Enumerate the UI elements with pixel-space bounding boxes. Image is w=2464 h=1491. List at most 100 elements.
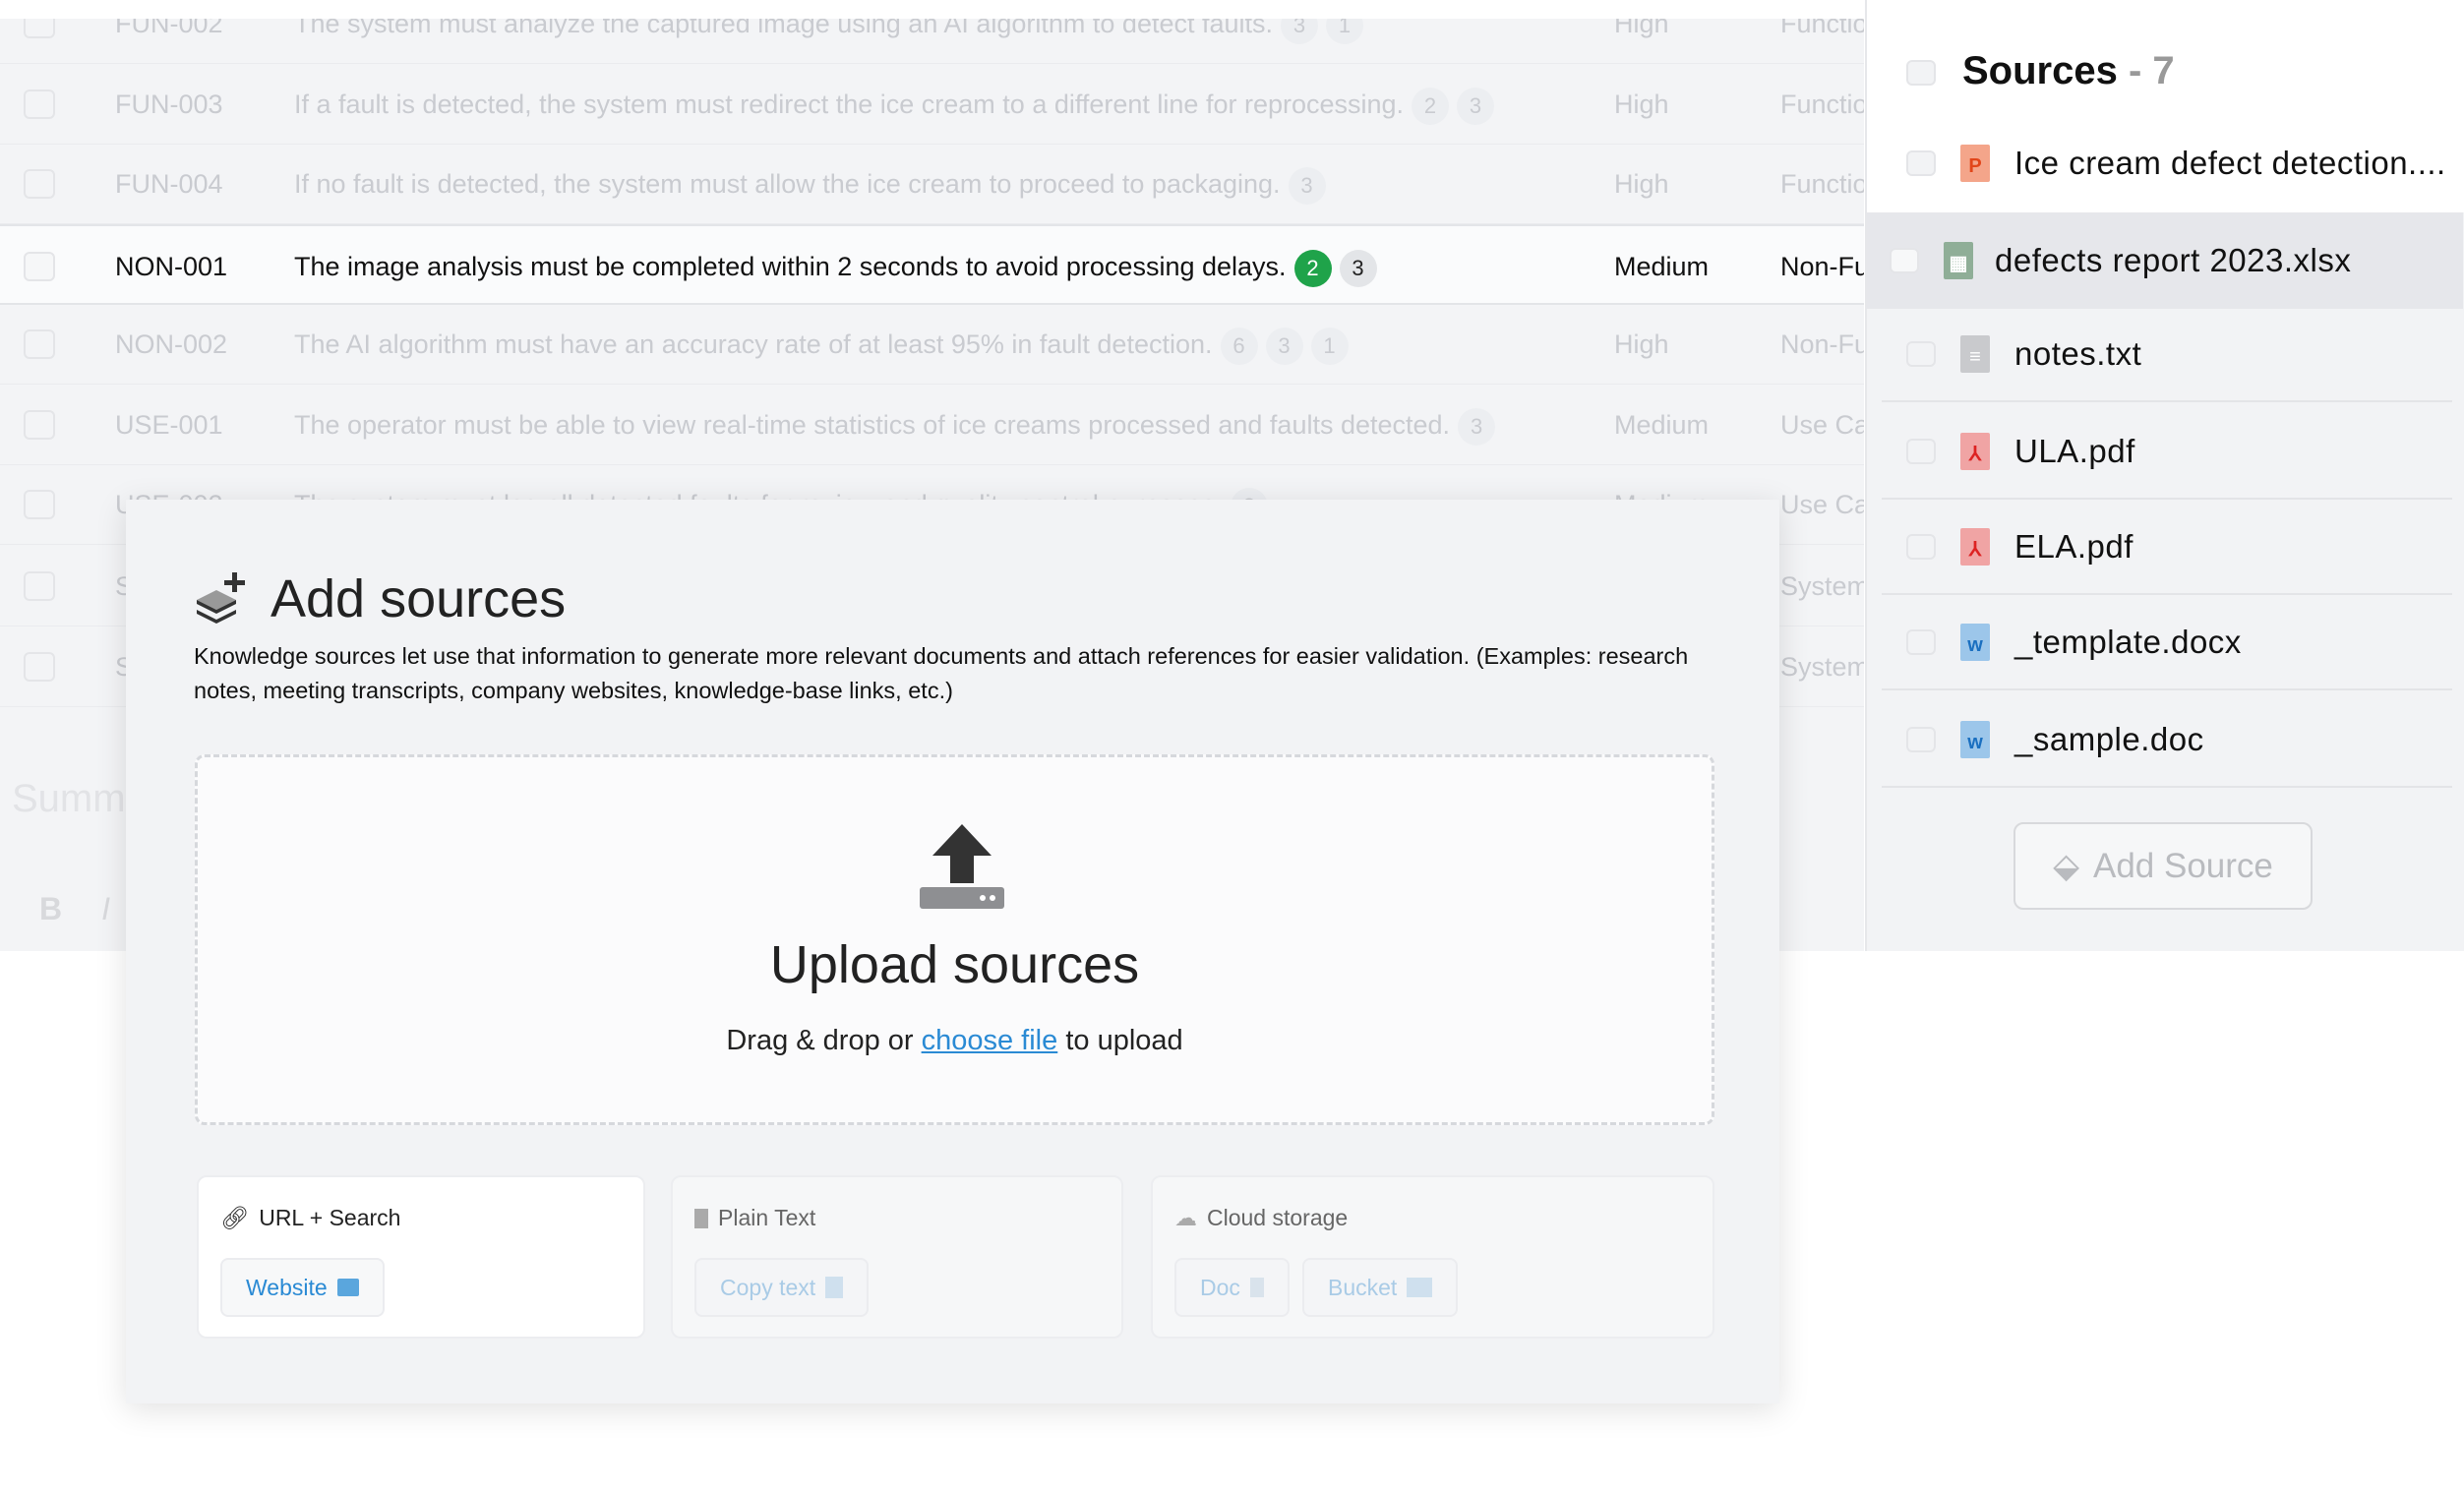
requirement-type: Functional [1780,169,1864,199]
website-button[interactable]: Website [220,1258,385,1317]
bucket-button[interactable]: Bucket [1302,1258,1459,1317]
table-row[interactable]: NON-002 The AI algorithm must have an ac… [0,304,1864,385]
sources-title: Sources - 7 [1962,49,2175,93]
button-label: Doc [1200,1274,1240,1300]
spreadsheet-file-icon: ▦ [1944,242,1973,279]
source-checkbox[interactable] [1906,439,1936,464]
row-checkbox[interactable] [24,252,55,281]
source-checkbox[interactable] [1906,727,1936,752]
row-checkbox[interactable] [24,490,55,519]
priority: High [1614,329,1669,359]
source-item[interactable]: ≡ notes.txt [1882,306,2452,402]
reference-count-badge[interactable]: 3 [1265,327,1303,365]
reference-count-badge[interactable]: 3 [1281,19,1319,44]
requirement-type: Use Case [1780,490,1864,519]
source-checkbox[interactable] [1906,341,1936,367]
requirement-id: FUN-003 [115,89,223,119]
requirement-id: FUN-002 [115,19,223,38]
card-title: Cloud storage [1207,1205,1349,1230]
reference-count-badge[interactable]: 3 [1288,166,1326,205]
bold-button[interactable]: B [39,891,62,927]
requirement-type: Non-Functional [1780,252,1864,281]
row-checkbox[interactable] [24,169,55,199]
cloud-download-icon: ☁ [1174,1205,1197,1230]
upload-icon [920,824,1004,909]
link-icon: 🔗︎ [220,1205,250,1230]
upload-prefix: Drag & drop or [726,1025,914,1056]
sources-count: - 7 [2128,49,2175,92]
text-file-icon: ≡ [1960,335,1990,373]
button-label: Website [246,1274,328,1300]
row-checkbox[interactable] [24,329,55,359]
source-name: _template.docx [2014,624,2242,660]
select-all-checkbox[interactable] [1906,60,1936,86]
row-checkbox[interactable] [24,89,55,119]
table-row[interactable]: NON-001 The image analysis must be compl… [0,224,1864,305]
table-row[interactable]: USE-001 The operator must be able to vie… [0,385,1864,465]
requirement-type: Functional [1780,19,1864,38]
card-title: URL + Search [259,1205,401,1230]
table-row[interactable]: FUN-004 If no fault is detected, the sys… [0,144,1864,224]
upload-dropzone[interactable]: Upload sources Drag & drop or choose fil… [195,754,1714,1125]
requirement-description: The operator must be able to view real-t… [294,385,1496,465]
source-item[interactable]: w _sample.doc [1882,691,2452,788]
reference-count-badge[interactable]: 3 [1339,249,1377,287]
reference-count-badge[interactable]: 1 [1326,19,1364,44]
modal-title: Add sources [270,569,567,628]
priority: High [1614,19,1669,38]
reference-count-badge[interactable]: 2 [1412,87,1450,125]
description-text: The system must analyze the captured ima… [294,19,1274,38]
italic-button[interactable]: I [101,891,110,927]
doc-button[interactable]: Doc [1174,1258,1290,1317]
pdf-file-icon: ⅄ [1960,528,1990,566]
sources-title-text: Sources [1962,49,2118,92]
reference-count-badge[interactable]: 3 [1457,87,1495,125]
pdf-file-icon: ⅄ [1960,433,1990,470]
powerpoint-file-icon: P [1960,145,1990,182]
requirement-type: System [1780,571,1864,601]
source-name: notes.txt [2014,335,2142,372]
cloud-storage-card: ☁ Cloud storage Doc Bucket [1151,1175,1714,1339]
row-checkbox[interactable] [24,19,55,38]
add-layers-icon [197,572,245,624]
reference-count-badge[interactable]: 3 [1458,407,1496,446]
choose-file-link[interactable]: choose file [922,1025,1058,1056]
source-checkbox[interactable] [1890,248,1919,273]
button-label: Copy text [720,1274,816,1300]
description-text: If no fault is detected, the system must… [294,169,1281,199]
document-icon [694,1208,708,1228]
add-sources-modal: Add sources Knowledge sources let use th… [126,500,1779,1403]
modal-description: Knowledge sources let use that informati… [194,643,1689,703]
priority: High [1614,89,1669,119]
add-source-button[interactable]: ⬙ Add Source [2013,822,2313,910]
source-item[interactable]: ⅄ ELA.pdf [1882,499,2452,595]
requirement-type: Use Case [1780,410,1864,440]
requirement-id: USE-001 [115,410,223,440]
row-checkbox[interactable] [24,571,55,601]
copy-text-button[interactable]: Copy text [694,1258,870,1317]
table-row[interactable]: FUN-003 If a fault is detected, the syst… [0,64,1864,145]
requirement-type: Functional [1780,89,1864,119]
requirement-description: The AI algorithm must have an accuracy r… [294,304,1349,385]
reference-count-badge[interactable]: 1 [1310,327,1349,365]
source-item[interactable]: P Ice cream defect detection.... [1867,115,2464,211]
reference-count-badge[interactable]: 2 [1293,249,1332,287]
source-item[interactable]: ▦ defects report 2023.xlsx [1867,212,2463,309]
reference-count-badge[interactable]: 6 [1220,327,1258,365]
upload-instructions: Drag & drop or choose file to upload [198,1025,1712,1057]
folder-icon [1407,1278,1433,1297]
table-row[interactable]: FUN-002 The system must analyze the capt… [0,19,1864,64]
source-checkbox[interactable] [1906,534,1936,560]
source-item[interactable]: w _template.docx [1882,594,2452,690]
source-checkbox[interactable] [1906,150,1936,176]
source-checkbox[interactable] [1906,629,1936,655]
sources-panel: Sources - 7 P Ice cream defect detection… [1865,0,2464,951]
document-icon [1249,1278,1264,1297]
row-checkbox[interactable] [24,652,55,682]
upload-title: Upload sources [769,935,1140,994]
word-file-icon: w [1960,624,1990,661]
description-text: The operator must be able to view real-t… [294,410,1451,440]
row-checkbox[interactable] [24,410,55,440]
requirement-type: System [1780,652,1864,682]
source-item[interactable]: ⅄ ULA.pdf [1882,403,2452,500]
